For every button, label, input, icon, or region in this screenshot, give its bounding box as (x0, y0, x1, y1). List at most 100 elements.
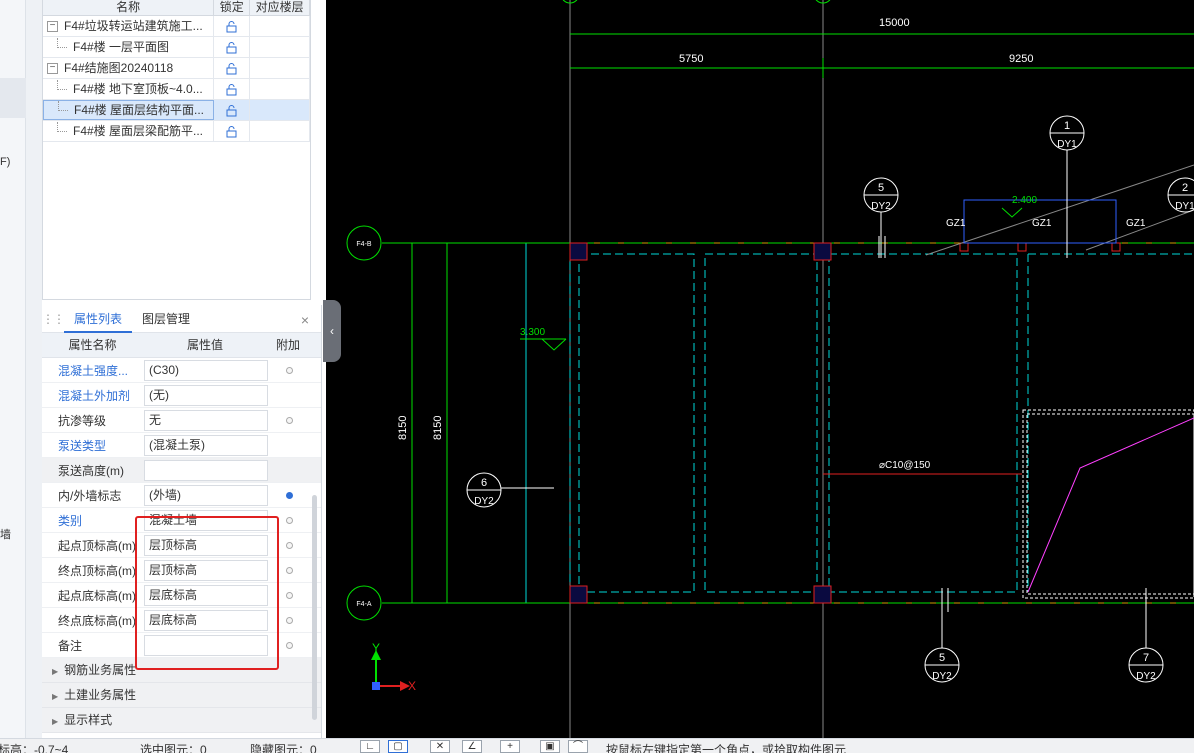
layer-icon[interactable]: ▣ (540, 740, 560, 753)
property-value-field[interactable] (144, 459, 268, 481)
props-header: 属性名称 属性值 附加 (42, 333, 321, 358)
property-value-field[interactable]: 层底标高 (144, 584, 268, 606)
property-add-cell (268, 416, 310, 424)
unlock-icon[interactable] (214, 79, 251, 99)
tree-row-label: F4#楼 屋面层结构平面... (74, 103, 205, 117)
tree-row-name[interactable]: − F4#结施图20240118 (43, 58, 215, 78)
tree-row[interactable]: F4#楼 屋面层结构平面... (43, 100, 310, 121)
cad-canvas[interactable]: 15000 5750 9250 8150 8150 F4-B F4-A ⌀C10… (326, 0, 1194, 738)
property-value-field[interactable]: 层顶标高 (144, 559, 268, 581)
property-name: 混凝土外加剂 (58, 388, 131, 403)
property-value-field[interactable]: (混凝土泵) (144, 434, 268, 456)
property-value-field[interactable]: 无 (144, 409, 268, 431)
attach-radio-icon[interactable] (285, 566, 293, 574)
expand-arrow-icon: ▶ (52, 717, 59, 726)
attach-radio-icon[interactable] (285, 591, 293, 599)
attach-radio-icon[interactable] (285, 641, 293, 649)
property-group-label: 钢筋业务属性 (64, 663, 137, 677)
gz-label: GZ1 (1032, 218, 1052, 229)
expand-arrow-icon: ▶ (52, 692, 59, 701)
property-value-field[interactable]: (C30) (144, 359, 268, 381)
dim-left: 5750 (679, 53, 703, 65)
tree-row-floor[interactable] (250, 79, 310, 99)
property-row: 终点顶标高(m) 层顶标高 (42, 558, 321, 583)
property-row: 混凝土外加剂 (无) (42, 383, 321, 408)
unlock-icon[interactable] (214, 37, 251, 57)
rebar-label: ⌀C10@150 (879, 460, 931, 471)
tree-row-name[interactable]: F4#楼 屋面层梁配筋平... (43, 121, 215, 141)
drag-handle-icon[interactable]: ⋮⋮ (42, 312, 65, 326)
unlock-icon[interactable] (214, 100, 251, 120)
tree-row-floor[interactable] (250, 121, 310, 141)
tree-row[interactable]: F4#楼 屋面层梁配筋平... (43, 121, 310, 142)
property-value-field[interactable]: (无) (144, 384, 268, 406)
select-box-icon[interactable]: ▢ (388, 740, 408, 753)
tree-row-floor[interactable] (250, 16, 310, 36)
plus-icon[interactable]: + (500, 740, 520, 753)
angle-icon[interactable]: ∠ (462, 740, 482, 753)
tab-property-list[interactable]: 属性列表 (64, 305, 133, 333)
property-value-field[interactable]: 层顶标高 (144, 534, 268, 556)
tree-row-floor[interactable] (250, 58, 310, 78)
dim-v2: 8150 (432, 416, 444, 440)
dim-right: 9250 (1009, 53, 1033, 65)
curve-icon[interactable]: ⌒ (568, 740, 588, 753)
elevation-2: 2.400 (1012, 195, 1037, 206)
left-nav-fragment: 墙 (0, 529, 11, 541)
property-row: 泵送高度(m) (42, 458, 321, 483)
tree-branch-line (57, 122, 67, 132)
attach-radio-icon[interactable] (285, 491, 293, 499)
dim-v1: 8150 (397, 416, 409, 440)
property-group[interactable]: ▶ 土建业务属性 (42, 683, 321, 708)
attach-radio-icon[interactable] (285, 366, 293, 374)
property-group[interactable]: ▶ 显示样式 (42, 708, 321, 733)
tree-col-name: 名称 (43, 0, 215, 15)
tree-row[interactable]: − F4#结施图20240118 (43, 58, 310, 79)
left-nav-strip: F) 墙 (0, 0, 26, 740)
cross-select-icon[interactable]: ✕ (430, 740, 450, 753)
snap-endpoint-icon[interactable]: ∟ (360, 740, 380, 753)
property-row: 内/外墙标志 (外墙) (42, 483, 321, 508)
tree-branch-line (58, 101, 68, 111)
tree-row-name[interactable]: − F4#垃圾转运站建筑施工... (43, 16, 215, 36)
property-value-field[interactable] (144, 634, 268, 656)
collapse-panel-button[interactable]: ‹ (323, 300, 341, 362)
tree-row-name[interactable]: F4#楼 地下室顶板~4.0... (43, 79, 215, 99)
attach-radio-icon[interactable] (285, 516, 293, 524)
property-group[interactable]: ▶ 钢筋业务属性 (42, 658, 321, 683)
left-nav-highlight[interactable] (0, 78, 26, 118)
unlock-icon[interactable] (214, 121, 251, 141)
property-add-cell (268, 566, 310, 574)
tree-row-name[interactable]: F4#楼 一层平面图 (43, 37, 215, 57)
tree-row-name[interactable]: F4#楼 屋面层结构平面... (43, 100, 215, 120)
property-value-field[interactable]: (外墙) (144, 484, 268, 506)
attach-radio-icon[interactable] (285, 616, 293, 624)
property-name: 内/外墙标志 (58, 488, 122, 503)
unlock-icon[interactable] (214, 16, 251, 36)
property-value-field[interactable]: 层底标高 (144, 609, 268, 631)
collapse-toggle-icon[interactable]: − (47, 20, 58, 32)
attach-radio-icon[interactable] (285, 416, 293, 424)
tab-layer-manager[interactable]: 图层管理 (132, 305, 200, 333)
tree-row[interactable]: F4#楼 地下室顶板~4.0... (43, 79, 310, 100)
property-row: 抗渗等级 无 (42, 408, 321, 433)
tree-row-floor[interactable] (250, 100, 310, 120)
tree-branch-line (57, 38, 67, 48)
property-name: 终点顶标高(m) (58, 563, 136, 578)
elevation-1: 3.300 (520, 327, 545, 338)
property-name: 混凝土强度... (58, 363, 129, 378)
attach-radio-icon[interactable] (285, 541, 293, 549)
detail-ref: DY2 (474, 496, 494, 507)
detail-ref: DY2 (932, 671, 952, 682)
property-value-field[interactable]: 混凝土墙 (144, 509, 268, 531)
close-icon[interactable]: × (301, 312, 309, 328)
property-row: 泵送类型 (混凝土泵) (42, 433, 321, 458)
unlock-icon[interactable] (214, 58, 251, 78)
tree-row[interactable]: F4#楼 一层平面图 (43, 37, 310, 58)
props-scrollbar[interactable] (312, 495, 317, 720)
tree-row-floor[interactable] (250, 37, 310, 57)
collapse-toggle-icon[interactable]: − (47, 62, 58, 74)
gz-label: GZ1 (1126, 218, 1146, 229)
tree-row[interactable]: − F4#垃圾转运站建筑施工... (43, 16, 310, 37)
property-name: 类别 (58, 513, 83, 528)
